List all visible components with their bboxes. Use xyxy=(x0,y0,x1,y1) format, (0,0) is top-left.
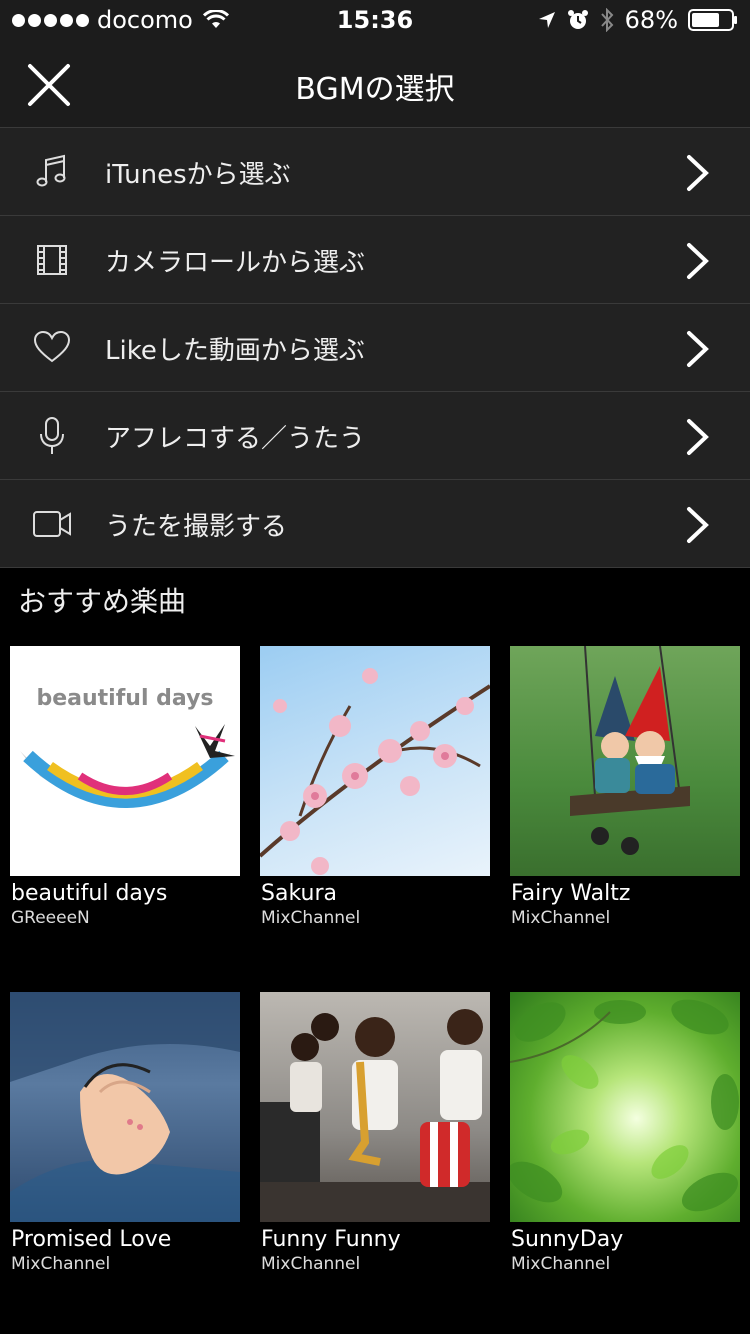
film-icon xyxy=(37,245,67,275)
navigation-header: BGMの選択 xyxy=(0,40,750,128)
video-camera-icon xyxy=(33,511,71,537)
track-title: Sakura xyxy=(261,881,337,906)
microphone-icon xyxy=(40,417,64,454)
track-title: Promised Love xyxy=(11,1227,172,1252)
track-artist: MixChannel xyxy=(261,908,361,928)
page-title: BGMの選択 xyxy=(295,72,455,107)
menu-item-label: iTunesから選ぶ xyxy=(105,160,291,190)
bluetooth-icon xyxy=(600,8,614,32)
menu-item-camera-roll[interactable]: カメラロールから選ぶ xyxy=(0,216,750,304)
track-title: SunnyDay xyxy=(511,1227,624,1252)
track-artist: MixChannel xyxy=(511,908,611,928)
track-card[interactable]: Sakura MixChannel xyxy=(260,646,490,928)
menu-item-label: うたを撮影する xyxy=(105,512,288,542)
track-artist: GReeeeN xyxy=(11,908,90,928)
menu-item-itunes[interactable]: iTunesから選ぶ xyxy=(0,128,750,216)
track-artwork xyxy=(510,646,740,876)
track-card[interactable]: Funny Funny MixChannel xyxy=(260,992,490,1274)
track-artist: MixChannel xyxy=(261,1254,361,1274)
track-card[interactable]: Promised Love MixChannel xyxy=(10,992,240,1274)
track-card[interactable]: Fairy Waltz MixChannel xyxy=(510,646,740,928)
track-title: beautiful days xyxy=(11,881,168,906)
track-artwork xyxy=(510,992,740,1222)
track-artwork xyxy=(260,646,490,876)
menu-item-label: アフレコする／うたう xyxy=(105,424,366,454)
music-note-icon xyxy=(36,154,66,187)
track-artwork xyxy=(10,992,240,1222)
chevron-right-icon xyxy=(687,331,709,367)
track-artwork: beautiful days xyxy=(10,646,240,876)
status-right: 68% xyxy=(537,6,738,34)
menu-item-dubbing[interactable]: アフレコする／うたう xyxy=(0,392,750,480)
greeeen-logo-icon xyxy=(20,724,235,808)
chevron-right-icon xyxy=(687,419,709,455)
track-artwork xyxy=(260,992,490,1222)
chevron-right-icon xyxy=(687,507,709,543)
location-arrow-icon xyxy=(538,12,555,28)
alarm-clock-icon xyxy=(567,10,588,29)
track-title: Fairy Waltz xyxy=(511,881,631,906)
battery-icon xyxy=(688,9,737,31)
holding-hands-image xyxy=(10,992,240,1222)
menu-item-label: カメラロールから選ぶ xyxy=(105,248,366,278)
menu-item-liked-videos[interactable]: Likeした動画から選ぶ xyxy=(0,304,750,392)
track-card[interactable]: beautiful days beautiful days GReeeeN xyxy=(10,646,240,928)
cherry-blossom-image xyxy=(260,668,490,875)
track-card[interactable]: SunnyDay MixChannel xyxy=(510,992,740,1274)
menu-item-record-song[interactable]: うたを撮影する xyxy=(0,480,750,568)
recommended-section-title: おすすめ楽曲 xyxy=(18,585,187,618)
heart-icon xyxy=(33,330,71,363)
track-title: Funny Funny xyxy=(261,1227,401,1252)
sunlit-leaves-image xyxy=(510,999,739,1212)
track-artist: MixChannel xyxy=(511,1254,611,1274)
jazz-figurines-image xyxy=(260,1009,490,1222)
menu-item-label: Likeした動画から選ぶ xyxy=(105,336,365,366)
bgm-source-menu: iTunesから選ぶ カメラロールから選ぶ Likeした動画から選ぶ アフレコす… xyxy=(0,128,750,568)
battery-percent: 68% xyxy=(624,6,678,34)
chevron-right-icon xyxy=(687,243,709,279)
chevron-right-icon xyxy=(687,155,709,191)
status-bar: docomo 15:36 68% xyxy=(0,0,750,40)
gnome-swing-image xyxy=(570,646,690,855)
track-artist: MixChannel xyxy=(11,1254,111,1274)
